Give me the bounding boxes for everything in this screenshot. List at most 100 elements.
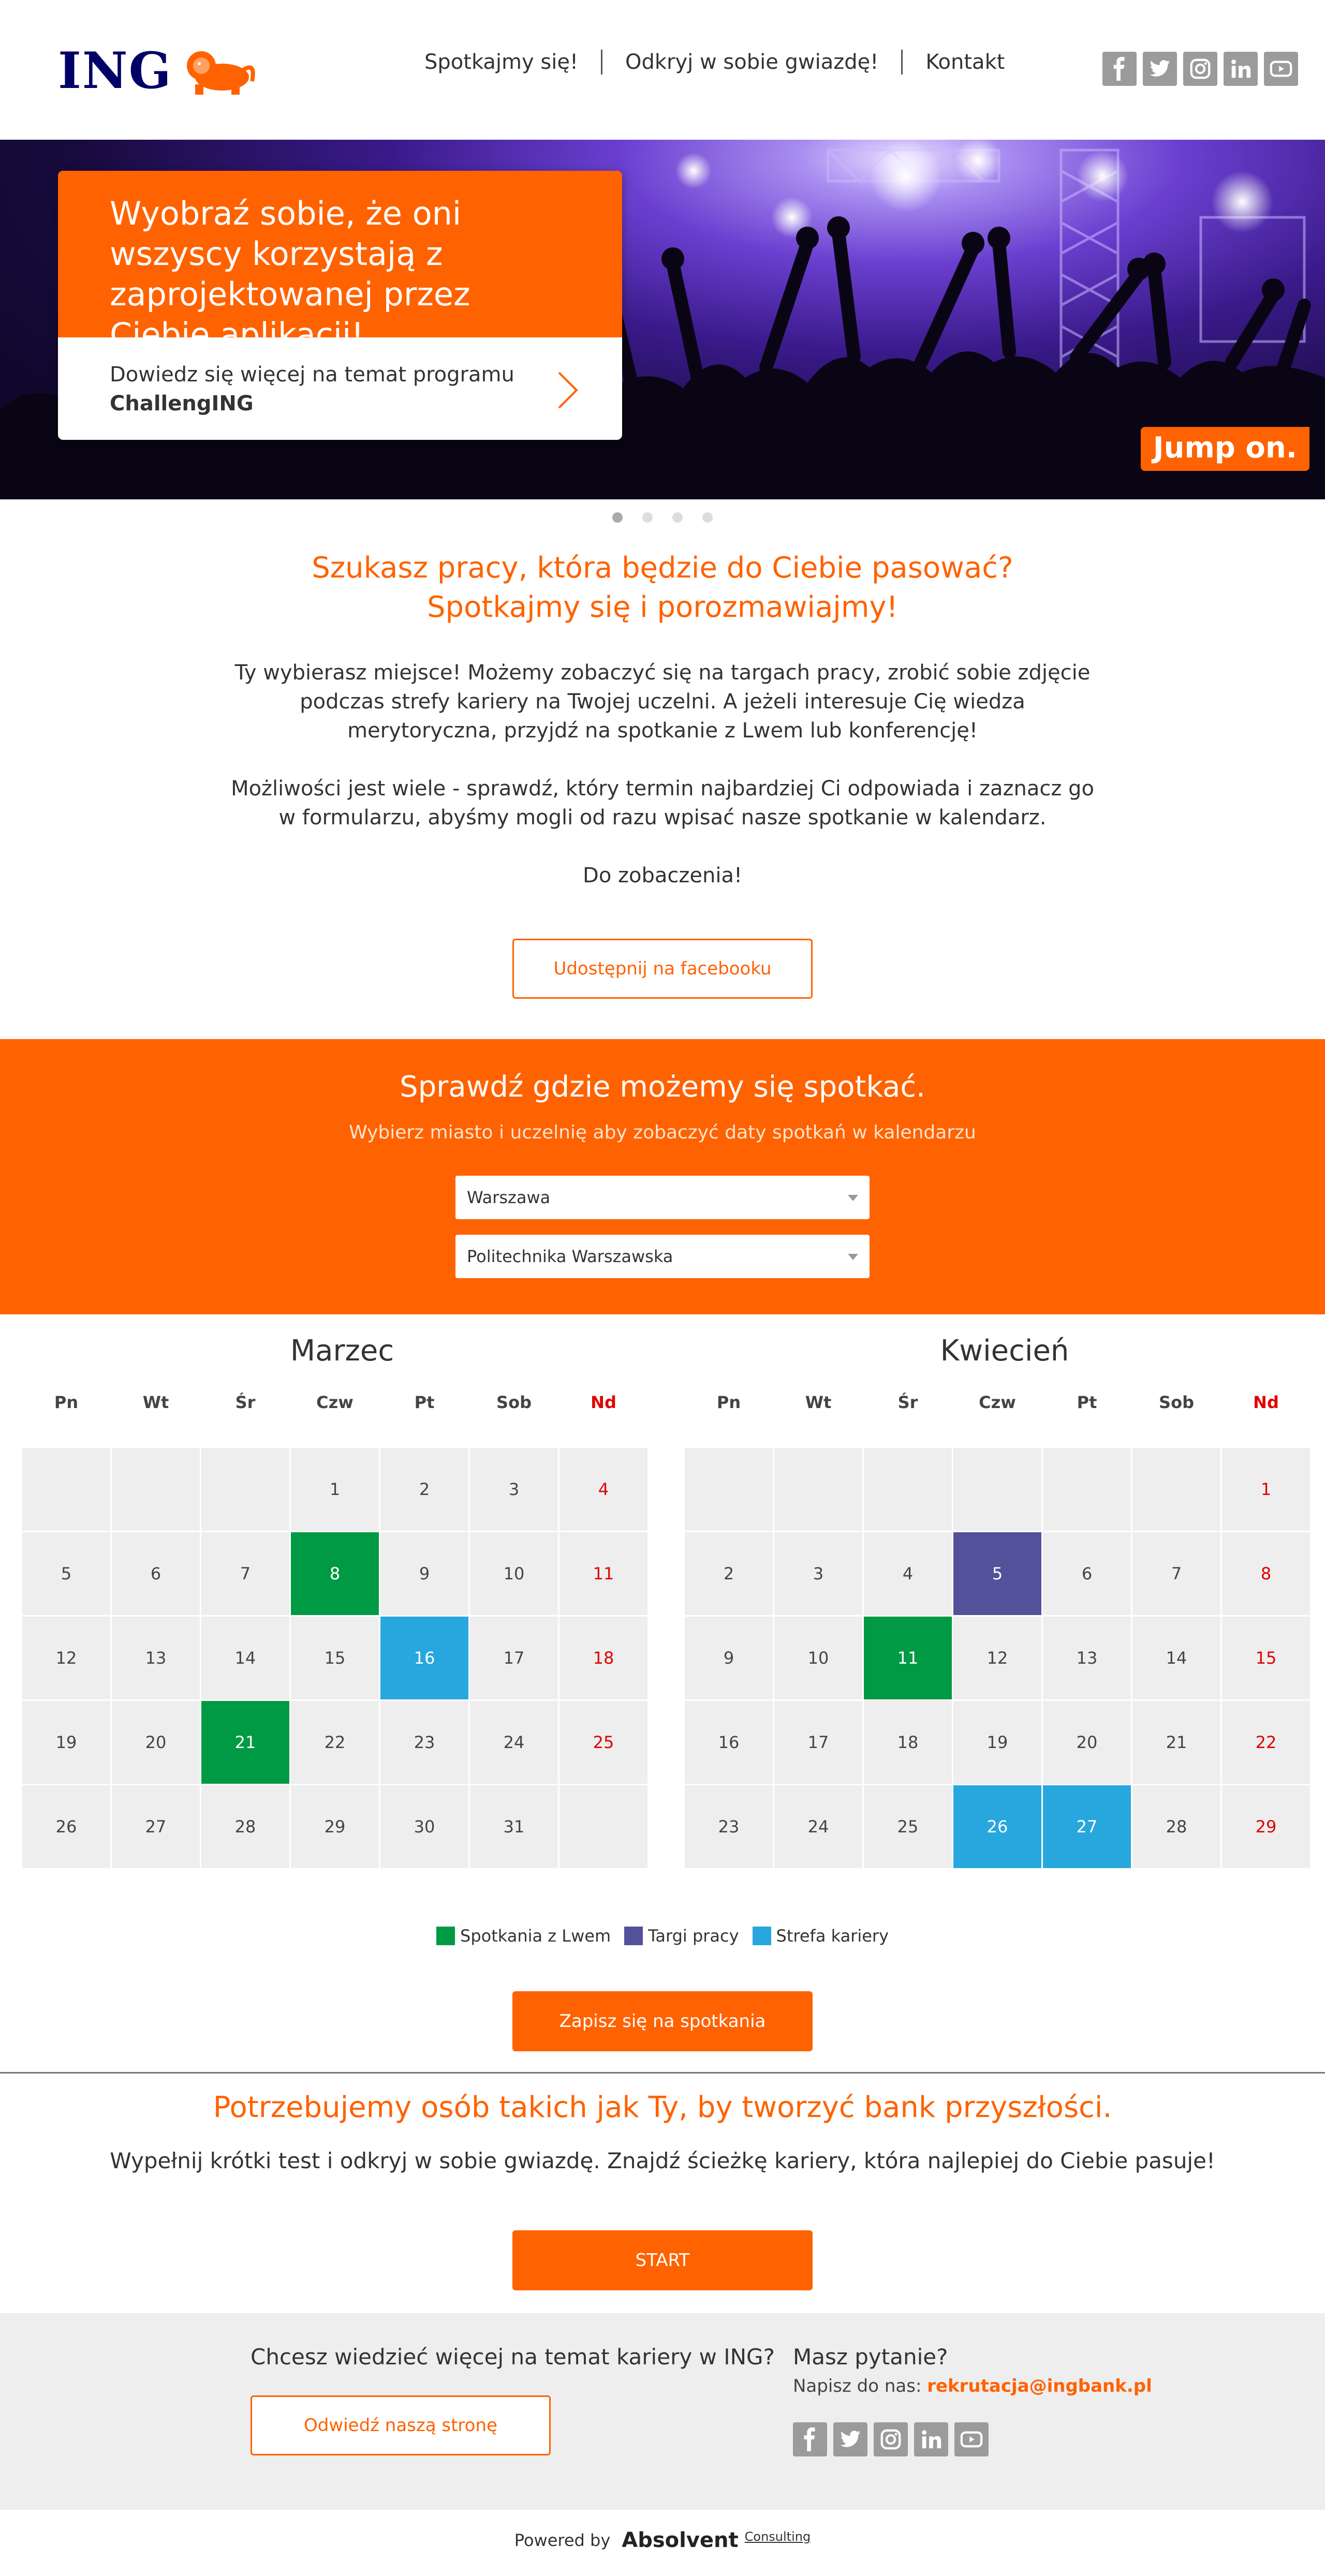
calendar-empty-cell xyxy=(560,1785,647,1868)
chevron-right-icon xyxy=(558,372,578,409)
powered-label: Powered by xyxy=(514,2530,611,2550)
calendar-day: 15 xyxy=(291,1617,379,1699)
calendar-day[interactable]: 26 xyxy=(953,1785,1041,1868)
calendar-day: 22 xyxy=(291,1701,379,1784)
calendar-day: 2 xyxy=(380,1448,468,1531)
powered-by: Powered by Absolvent Consulting xyxy=(0,2528,1325,2552)
calendar-day: 28 xyxy=(1132,1785,1220,1868)
legend-label: Spotkania z Lwem xyxy=(460,1926,611,1946)
linkedin-icon[interactable] xyxy=(914,2422,948,2456)
legend-item: Strefa kariery xyxy=(752,1926,889,1946)
section-divider xyxy=(0,2072,1325,2074)
linkedin-icon[interactable] xyxy=(1224,52,1258,86)
calendar-day: 18 xyxy=(560,1617,647,1699)
youtube-icon[interactable] xyxy=(954,2422,989,2456)
youtube-icon[interactable] xyxy=(1264,52,1298,86)
calendar-day[interactable]: 21 xyxy=(201,1701,289,1784)
weekday-label: Pt xyxy=(414,1393,435,1412)
footer-email-link[interactable]: rekrutacja@ingbank.pl xyxy=(927,2376,1152,2396)
meet-title: Sprawdź gdzie możemy się spotkać. xyxy=(400,1070,925,1104)
hero-program-link[interactable]: Dowiedz się więcej na temat programu Cha… xyxy=(58,337,622,440)
legend-item: Spotkania z Lwem xyxy=(436,1926,611,1946)
calendar-day[interactable]: 16 xyxy=(380,1617,468,1699)
university-select-value: Politechnika Warszawska xyxy=(467,1247,673,1266)
hero-banner: Wyobraź sobie, że oni wszyscy korzystają… xyxy=(0,140,1325,499)
weekday-label: Śr xyxy=(897,1393,918,1412)
ing-logo[interactable]: ING xyxy=(58,41,257,100)
footer-career-question: Chcesz wiedzieć więcej na temat kariery … xyxy=(251,2344,775,2370)
calendar-day: 7 xyxy=(1132,1532,1220,1615)
calendar-day[interactable]: 5 xyxy=(953,1532,1041,1615)
site-header: ING Spotkajmy się! Odkryj w sobie gwiazd… xyxy=(0,0,1325,140)
calendar-day: 1 xyxy=(1222,1448,1310,1531)
slider-dot[interactable] xyxy=(642,512,653,523)
hero-link-text: Dowiedz się więcej na temat programu xyxy=(110,363,514,387)
calendar-day: 19 xyxy=(953,1701,1041,1784)
nav-contact[interactable]: Kontakt xyxy=(903,50,1027,74)
calendar-day: 4 xyxy=(864,1532,952,1615)
facebook-icon[interactable] xyxy=(1102,52,1137,86)
calendar-day: 14 xyxy=(1132,1617,1220,1699)
weekday-label: Wt xyxy=(805,1393,832,1412)
lion-icon xyxy=(186,51,255,95)
calendar-day[interactable]: 11 xyxy=(864,1617,952,1699)
intro-paragraph-1: Ty wybierasz miejsce! Możemy zobaczyć si… xyxy=(234,661,1091,743)
slider-dot[interactable] xyxy=(612,512,623,523)
calendar-day: 13 xyxy=(1043,1617,1131,1699)
visit-site-button[interactable]: Odwiedź naszą stronę xyxy=(251,2395,551,2455)
twitter-icon[interactable] xyxy=(1143,52,1177,86)
start-button[interactable]: START xyxy=(512,2230,813,2290)
absolvent-logo-sub: Consulting xyxy=(744,2529,811,2544)
calendar-empty-cell xyxy=(22,1448,110,1531)
calendar-day[interactable]: 27 xyxy=(1043,1785,1131,1868)
hero-headline: Wyobraź sobie, że oni wszyscy korzystają… xyxy=(58,171,622,353)
legend-swatch-lion xyxy=(436,1927,455,1945)
footer: Chcesz wiedzieć więcej na temat kariery … xyxy=(0,2313,1325,2510)
calendar-day: 16 xyxy=(685,1701,773,1784)
header-social xyxy=(1102,52,1298,86)
city-select[interactable]: Warszawa xyxy=(455,1176,870,1219)
nav-meet[interactable]: Spotkajmy się! xyxy=(419,50,601,74)
future-section: Potrzebujemy osób takich jak Ty, by twor… xyxy=(0,2091,1325,2173)
facebook-icon[interactable] xyxy=(793,2422,827,2456)
instagram-icon[interactable] xyxy=(1183,52,1217,86)
slider-dot[interactable] xyxy=(672,512,683,523)
city-select-value: Warszawa xyxy=(467,1188,551,1207)
footer-career: Chcesz wiedzieć więcej na temat kariery … xyxy=(251,2344,775,2455)
intro-paragraph-2: Możliwości jest wiele - sprawdź, który t… xyxy=(231,777,1094,830)
calendar-day: 6 xyxy=(1043,1532,1131,1615)
weekday-label: Nd xyxy=(591,1393,616,1412)
calendar-empty-cell xyxy=(1132,1448,1220,1531)
intro-title: Szukasz pracy, która będzie do Ciebie pa… xyxy=(0,549,1325,627)
calendar-day: 18 xyxy=(864,1701,952,1784)
weekday-label: Śr xyxy=(235,1393,256,1412)
nav-discover[interactable]: Odkryj w sobie gwiazdę! xyxy=(602,50,901,74)
calendar-day: 19 xyxy=(22,1701,110,1784)
calendar-day: 30 xyxy=(380,1785,468,1868)
university-select[interactable]: Politechnika Warszawska xyxy=(455,1235,870,1278)
calendar-day[interactable]: 8 xyxy=(291,1532,379,1615)
calendar-day: 9 xyxy=(380,1532,468,1615)
twitter-icon[interactable] xyxy=(833,2422,867,2456)
caret-down-icon xyxy=(848,1254,858,1260)
absolvent-logo[interactable]: Absolvent xyxy=(622,2528,738,2552)
calendar-day: 4 xyxy=(560,1448,647,1531)
calendar-day: 20 xyxy=(112,1701,200,1784)
calendar-grid: 1 2 3 4 5 6 7 8 9 10 11 12 13 14 15 16 17 18 19 20 21 22 23 24 2… xyxy=(685,1448,1324,1868)
weekday-label: Pn xyxy=(54,1393,79,1412)
share-facebook-button[interactable]: Udostępnij na facebooku xyxy=(512,939,813,999)
slider-dot[interactable] xyxy=(702,512,713,523)
instagram-icon[interactable] xyxy=(874,2422,908,2456)
calendar-day: 2 xyxy=(685,1532,773,1615)
intro-title-line2: Spotkajmy się i porozmawiajmy! xyxy=(427,590,898,624)
intro-paragraph-3: Do zobaczenia! xyxy=(583,864,742,887)
calendar-day: 24 xyxy=(774,1785,862,1868)
calendar-day: 27 xyxy=(112,1785,200,1868)
calendar-day: 17 xyxy=(470,1617,558,1699)
calendar-weekday-header: Pn Wt Śr Czw Pt Sob Nd xyxy=(685,1387,1324,1433)
calendar-grid: 1 2 3 4 5 6 7 8 9 10 11 12 13 14 15 16 17 18 19 20 21 22 23 24 2… xyxy=(22,1448,662,1868)
main-nav: Spotkajmy się! Odkryj w sobie gwiazdę! K… xyxy=(419,50,1027,75)
weekday-label: Pt xyxy=(1077,1393,1097,1412)
signup-meetings-button[interactable]: Zapisz się na spotkania xyxy=(512,1991,813,2051)
footer-contact: Masz pytanie? Napisz do nas: rekrutacja@… xyxy=(793,2344,1152,2456)
